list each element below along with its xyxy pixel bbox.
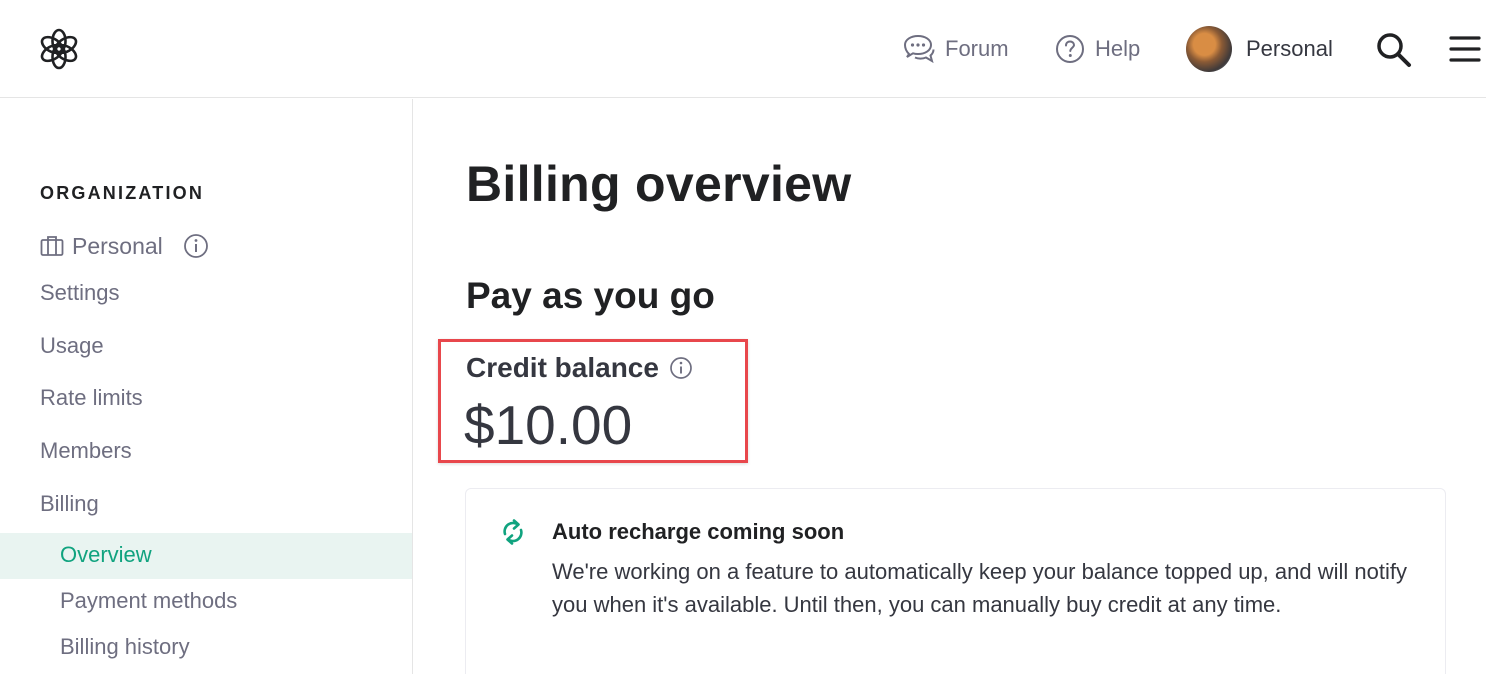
page-title: Billing overview [466, 156, 852, 212]
openai-logo-icon[interactable] [38, 28, 80, 70]
info-icon[interactable] [669, 356, 693, 380]
sidebar-item-usage[interactable]: Usage [40, 333, 104, 359]
org-name: Personal [72, 232, 163, 259]
avatar [1186, 26, 1232, 72]
info-icon[interactable] [183, 233, 209, 259]
sidebar-subitem-overview[interactable]: Overview [60, 542, 152, 568]
org-selector[interactable]: Personal [40, 231, 209, 261]
help-link[interactable]: Help [1055, 30, 1140, 68]
forum-label: Forum [945, 36, 1009, 61]
forum-icon [903, 34, 935, 64]
credit-balance-value: $10.00 [464, 394, 633, 456]
credit-balance-label-row: Credit balance [466, 351, 693, 385]
refresh-icon [503, 519, 523, 545]
help-label: Help [1095, 36, 1141, 61]
main-content: Billing overview Pay as you go Credit ba… [414, 99, 1486, 674]
account-menu[interactable]: Personal [1186, 26, 1333, 72]
account-label: Personal [1246, 36, 1333, 61]
sidebar-subitem-billing-history[interactable]: Billing history [60, 634, 190, 660]
sidebar-subitem-payment-methods[interactable]: Payment methods [60, 588, 237, 614]
sidebar-item-members[interactable]: Members [40, 438, 132, 464]
org-heading: ORGANIZATION [40, 183, 205, 203]
menu-icon[interactable] [1448, 32, 1482, 66]
briefcase-icon [40, 236, 64, 256]
section-title: Pay as you go [466, 275, 715, 316]
forum-link[interactable]: Forum [903, 30, 1009, 68]
sidebar: ORGANIZATION Personal Settings Usage Rat… [0, 99, 413, 674]
auto-recharge-notice: Auto recharge coming soon We're working … [465, 488, 1446, 674]
top-header: Forum Help Personal [0, 0, 1486, 98]
sidebar-item-rate-limits[interactable]: Rate limits [40, 385, 143, 411]
credit-balance-label: Credit balance [466, 352, 659, 383]
sidebar-item-settings[interactable]: Settings [40, 280, 120, 306]
notice-body: We're working on a feature to automatica… [552, 559, 1407, 617]
search-icon[interactable] [1374, 30, 1414, 70]
notice-title: Auto recharge coming soon [552, 519, 845, 544]
help-icon [1056, 35, 1084, 63]
sidebar-item-billing[interactable]: Billing [40, 491, 99, 517]
